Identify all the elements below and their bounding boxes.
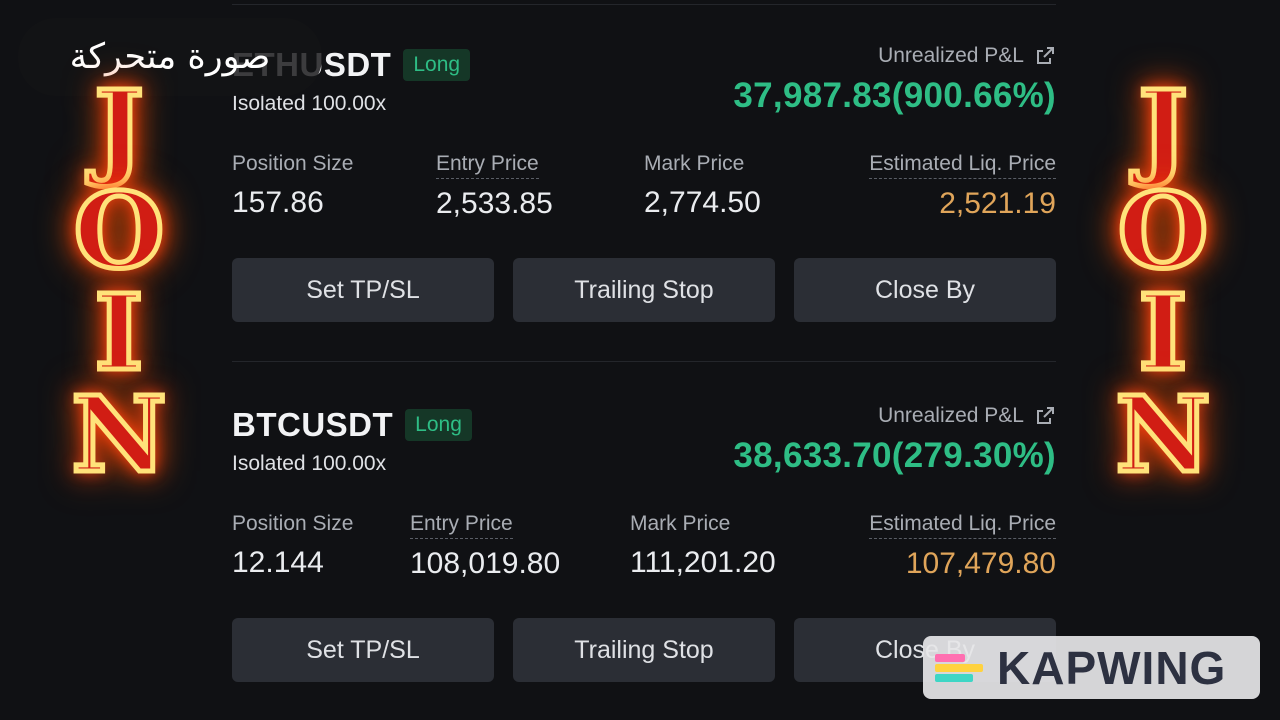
position-size: Position Size 157.86 <box>232 152 353 220</box>
mark-price-value: 2,774.50 <box>644 186 761 219</box>
mark-price-value: 111,201.20 <box>630 546 776 579</box>
join-letter: J <box>92 67 146 190</box>
est-liq-price-label[interactable]: Estimated Liq. Price <box>869 512 1056 539</box>
entry-price-value: 108,019.80 <box>410 547 561 580</box>
side-badge: Long <box>403 49 471 81</box>
kapwing-text: KAPWING <box>997 641 1227 694</box>
unrealized-pnl-label-text: Unrealized P&L <box>878 404 1024 427</box>
est-liq-price-value: 107,479.80 <box>905 547 1056 580</box>
set-tpsl-button[interactable]: Set TP/SL <box>232 618 494 682</box>
join-letter: O <box>71 169 167 292</box>
divider <box>232 361 1056 362</box>
position-card-eth[interactable]: ETHUSDT Long Isolated 100.00x Unrealized… <box>232 38 1056 338</box>
est-liq-price: Estimated Liq. Price 107,479.80 <box>869 512 1056 581</box>
position-size-value: 157.86 <box>232 186 324 219</box>
unrealized-pnl-value: 37,987.83(900.66%) <box>733 76 1056 115</box>
est-liq-price-value: 2,521.19 <box>939 187 1056 220</box>
entry-price-value: 2,533.85 <box>436 187 553 220</box>
trailing-stop-button[interactable]: Trailing Stop <box>513 258 775 322</box>
trailing-stop-button[interactable]: Trailing Stop <box>513 618 775 682</box>
unrealized-pnl-label: Unrealized P&L <box>878 404 1056 428</box>
mark-price-label: Mark Price <box>644 152 745 175</box>
position-size-value: 12.144 <box>232 546 324 579</box>
position-size: Position Size 12.144 <box>232 512 353 580</box>
position-size-label: Position Size <box>232 512 354 535</box>
join-letter: I <box>1136 271 1190 394</box>
mark-price: Mark Price 2,774.50 <box>644 152 761 220</box>
join-letter: I <box>92 271 146 394</box>
set-tpsl-button[interactable]: Set TP/SL <box>232 258 494 322</box>
share-icon[interactable] <box>1034 405 1056 427</box>
join-graphic-right: J O I N <box>1098 67 1228 496</box>
mark-price: Mark Price 111,201.20 <box>630 512 776 580</box>
join-letter: J <box>1136 67 1190 190</box>
symbol-name[interactable]: BTCUSDT <box>232 406 393 444</box>
est-liq-price: Estimated Liq. Price 2,521.19 <box>869 152 1056 221</box>
position-size-label: Position Size <box>232 152 354 175</box>
close-by-button[interactable]: Close By <box>794 258 1056 322</box>
join-graphic-left: J O I N <box>54 67 184 496</box>
unrealized-pnl-label: Unrealized P&L <box>878 44 1056 68</box>
divider <box>232 4 1056 5</box>
join-letter: N <box>69 373 169 496</box>
share-icon[interactable] <box>1034 45 1056 67</box>
mark-price-label: Mark Price <box>630 512 731 535</box>
margin-mode[interactable]: Isolated 100.00x <box>232 452 386 476</box>
entry-price-label[interactable]: Entry Price <box>436 152 539 179</box>
join-letter: N <box>1113 373 1213 496</box>
unrealized-pnl-label-text: Unrealized P&L <box>878 44 1024 67</box>
positions-panel: ETHUSDT Long Isolated 100.00x Unrealized… <box>232 0 1056 720</box>
kapwing-logo-icon <box>935 648 991 688</box>
symbol-row: BTCUSDT Long <box>232 406 472 444</box>
join-letter: O <box>1115 169 1211 292</box>
unrealized-pnl-value: 38,633.70(279.30%) <box>733 436 1056 475</box>
entry-price-label[interactable]: Entry Price <box>410 512 513 539</box>
entry-price: Entry Price 2,533.85 <box>436 152 553 221</box>
side-badge: Long <box>405 409 472 441</box>
est-liq-price-label[interactable]: Estimated Liq. Price <box>869 152 1056 179</box>
entry-price: Entry Price 108,019.80 <box>410 512 560 581</box>
kapwing-watermark: KAPWING <box>923 636 1260 699</box>
